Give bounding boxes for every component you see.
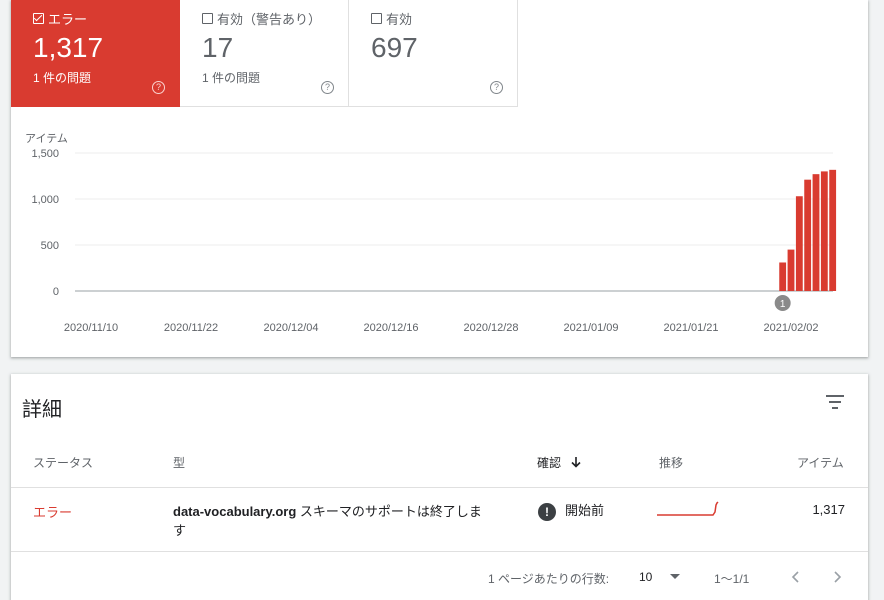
divider <box>11 551 868 552</box>
bar <box>829 169 837 291</box>
tile-value: 1,317 <box>33 32 104 63</box>
row-items: 1,317 <box>812 502 845 517</box>
tile-value: 17 <box>202 32 234 63</box>
column-header-items[interactable]: アイテム <box>797 454 844 471</box>
trend-sparkline <box>657 501 719 516</box>
y-tick-label: 0 <box>53 286 59 298</box>
help-icon[interactable]: ? <box>321 81 334 94</box>
exclamation-icon: ! <box>538 502 556 521</box>
bar <box>795 196 803 291</box>
tile-error[interactable]: エラー 1,317 1 件の問題 ? <box>11 0 180 107</box>
checkbox-checked-icon <box>33 13 44 24</box>
divider <box>11 487 868 488</box>
y-tick-label: 500 <box>41 240 59 252</box>
x-tick-label: 2020/12/28 <box>463 322 518 334</box>
tile-valid-with-warnings[interactable]: 有効（警告あり） 17 1 件の問題 ? <box>180 0 349 107</box>
x-tick-label: 2021/01/21 <box>663 322 718 334</box>
tile-subtitle: 1 件の問題 <box>33 71 92 85</box>
x-tick-label: 2020/11/22 <box>164 322 218 334</box>
checkbox-unchecked-icon <box>202 13 213 24</box>
row-validation: ! 開始前 <box>538 500 604 521</box>
column-header-trend: 推移 <box>659 456 684 470</box>
help-icon[interactable]: ? <box>152 81 165 94</box>
prev-page-icon[interactable] <box>791 570 801 584</box>
pagination-range: 1〜1/1 <box>714 572 750 586</box>
rows-per-page-label: 1 ページあたりの行数: <box>488 572 610 586</box>
x-tick-label: 2020/11/10 <box>64 322 118 334</box>
rows-per-page-select[interactable]: 10 <box>639 570 680 584</box>
tile-label: 有効 <box>386 12 413 27</box>
sort-down-arrow-icon <box>571 457 581 468</box>
x-tick-label: 2020/12/04 <box>263 322 318 334</box>
bar <box>779 262 787 291</box>
tile-label: 有効（警告あり） <box>217 12 322 27</box>
issues-bar-chart: 1,500 1,000 500 0 2020/11/10 2020/11/22 2020/1… <box>31 148 837 334</box>
column-header-status[interactable]: ステータス <box>33 454 93 471</box>
summary-card: エラー 1,317 1 件の問題 ? 有効（警告あり） 17 1 件の問題 ? … <box>11 0 868 357</box>
y-tick-label: 1,000 <box>31 194 59 206</box>
bar <box>787 249 795 291</box>
tile-value: 697 <box>371 32 418 63</box>
y-tick-label: 1,500 <box>31 148 59 160</box>
bar <box>812 174 820 291</box>
x-tick-label: 2021/02/02 <box>763 322 818 334</box>
bar <box>804 179 812 291</box>
dropdown-caret-icon <box>669 574 680 579</box>
details-title: 詳細 <box>22 399 62 421</box>
filter-icon[interactable] <box>826 395 844 409</box>
tile-label: エラー <box>48 12 88 27</box>
next-page-icon[interactable] <box>832 570 842 584</box>
row-status: エラー <box>33 505 73 520</box>
x-tick-label: 2020/12/16 <box>363 322 418 334</box>
row-type: data-vocabulary.org スキーマのサポートは終了します <box>173 504 482 538</box>
bar <box>820 171 828 291</box>
tile-valid[interactable]: 有効 697 ? <box>349 0 518 107</box>
column-header-type[interactable]: 型 <box>173 454 185 471</box>
tile-subtitle: 1 件の問題 <box>202 71 261 85</box>
annotation-label: 1 <box>780 299 786 310</box>
status-tiles: エラー 1,317 1 件の問題 ? 有効（警告あり） 17 1 件の問題 ? … <box>11 0 518 107</box>
help-icon[interactable]: ? <box>490 81 503 94</box>
x-tick-label: 2021/01/09 <box>563 322 618 334</box>
column-header-validation[interactable]: 確認 <box>537 454 582 471</box>
checkbox-unchecked-icon <box>371 13 382 24</box>
